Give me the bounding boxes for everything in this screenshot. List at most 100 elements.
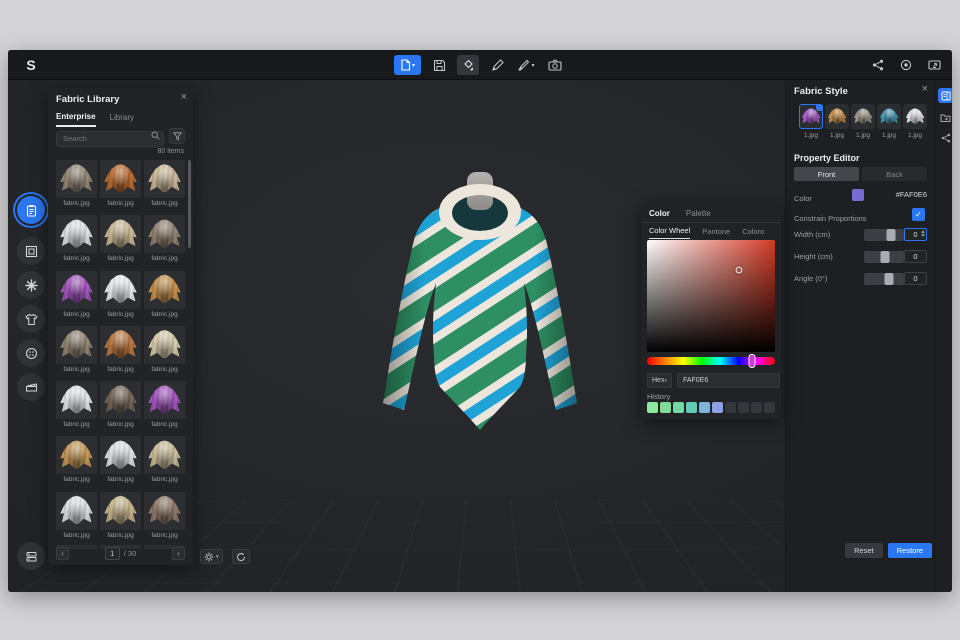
snapshot-button[interactable] [544, 55, 566, 75]
hue-slider-handle[interactable] [748, 354, 756, 368]
fabric-style-thumbnail[interactable]: 1.jpg [877, 104, 901, 139]
reset-view-button[interactable] [231, 549, 250, 564]
fabric-card[interactable]: fabric.jpg [56, 325, 97, 375]
fabric-style-thumbnail[interactable]: 1.jpg [851, 104, 875, 139]
record-button[interactable] [898, 55, 914, 75]
rail-pattern-button[interactable] [17, 237, 45, 265]
scrollbar[interactable] [188, 160, 191, 248]
fabric-card[interactable]: fabric.jpg [56, 215, 97, 264]
subtab-color-wheel[interactable]: Color Wheel [649, 225, 691, 239]
tab-enterprise[interactable]: Enterprise [56, 110, 96, 127]
history-swatch[interactable] [738, 402, 749, 413]
share-button[interactable] [870, 55, 886, 75]
tab-library[interactable]: Library [110, 110, 134, 127]
fabric-card[interactable]: fabric.jpg [100, 160, 141, 209]
fabric-style-thumbnail[interactable]: 1.jpg [825, 104, 849, 139]
property-slider-track[interactable] [864, 229, 904, 241]
history-swatch[interactable] [686, 402, 697, 413]
fabric-card[interactable]: fabric.jpg [144, 215, 185, 264]
constrain-proportions-checkbox[interactable]: ✓ [912, 208, 925, 221]
fabric-card[interactable]: fabric.jpg [100, 325, 141, 375]
viewport-settings-button[interactable]: ▾ [200, 549, 223, 564]
filter-button[interactable] [169, 128, 185, 144]
front-button[interactable]: Front [794, 167, 859, 181]
search-input[interactable] [56, 130, 164, 147]
color-format-select[interactable]: Hex ▾ [647, 373, 672, 388]
fabric-card[interactable]: fabric.jpg [56, 270, 97, 320]
history-swatch[interactable] [673, 402, 684, 413]
fabric-card[interactable]: fabric.jpg [144, 381, 185, 430]
color-swatch[interactable] [852, 189, 864, 201]
hue-slider[interactable] [647, 354, 775, 368]
hex-value-input[interactable] [676, 373, 780, 388]
save-button[interactable] [428, 55, 450, 75]
history-swatch[interactable] [712, 402, 723, 413]
current-page-input[interactable]: 1 [104, 547, 120, 560]
rail-material-button[interactable] [17, 271, 45, 299]
rail-stitch-button[interactable] [17, 373, 45, 401]
prev-page-button[interactable]: ‹ [56, 547, 69, 560]
history-swatch[interactable] [751, 402, 762, 413]
fabric-card[interactable]: fabric.jpg [144, 491, 185, 541]
restore-button[interactable]: Restore [887, 543, 932, 558]
dye-tool-button[interactable] [457, 55, 479, 75]
document-menu-button[interactable]: ▾ [394, 55, 421, 75]
pen-tool-button[interactable] [486, 55, 508, 75]
fabric-card[interactable]: fabric.jpg [56, 491, 97, 541]
reset-button[interactable]: Reset [845, 543, 883, 558]
saturation-value-square[interactable] [647, 240, 775, 352]
fabric-card[interactable]: fabric.jpg [56, 160, 97, 209]
rail-garment-button[interactable] [17, 305, 45, 333]
property-value-input[interactable]: 0 [904, 272, 927, 285]
property-value-input[interactable]: 0 [904, 250, 927, 263]
fabric-card[interactable]: fabric.jpg [56, 381, 97, 430]
garment-3d-model[interactable] [370, 166, 590, 458]
rail-render-queue-button[interactable] [17, 542, 45, 570]
fabric-filename: fabric.jpg [151, 421, 178, 429]
property-slider-handle[interactable] [886, 229, 896, 241]
history-swatch[interactable] [647, 402, 658, 413]
back-button[interactable]: Back [862, 167, 927, 181]
next-page-button[interactable]: › [172, 547, 185, 560]
subtab-coloro[interactable]: Coloro [742, 225, 764, 239]
fabric-card[interactable]: fabric.jpg [144, 160, 185, 209]
rail-button-trim-button[interactable] [17, 339, 45, 367]
fabric-style-thumbnail[interactable]: 1.jpg [799, 104, 823, 139]
fabric-card[interactable]: fabric.jpg [144, 325, 185, 375]
fabric-card[interactable]: fabric.jpg [100, 270, 141, 320]
property-value-input[interactable]: 0 [904, 228, 927, 241]
fabric-card[interactable]: fabric.jpg [100, 436, 141, 485]
tab-palette[interactable]: Palette [686, 207, 711, 222]
properties-dock-button[interactable] [938, 88, 952, 103]
history-swatch[interactable] [725, 402, 736, 413]
rail-fabric-library-button[interactable] [17, 196, 45, 224]
fabric-style-thumbnail[interactable]: 1.jpg [903, 104, 927, 139]
fabric-card[interactable]: fabric.jpg [100, 491, 141, 541]
fabric-card[interactable]: fabric.jpg [144, 436, 185, 485]
property-slider-handle[interactable] [880, 251, 890, 263]
export-dock-button[interactable] [938, 110, 952, 125]
color-picker-cursor[interactable] [735, 266, 743, 274]
viewport[interactable]: Fabric Library × Enterprise Library 80 i… [8, 80, 952, 592]
history-swatch[interactable] [699, 402, 710, 413]
property-slider-row: Width (cm) 0 [794, 228, 927, 242]
close-icon[interactable]: × [922, 83, 928, 95]
fabric-card[interactable]: fabric.jpg [56, 436, 97, 485]
stepper-arrows[interactable] [921, 230, 925, 237]
subtab-pantone[interactable]: Pantone [702, 225, 730, 239]
fabric-card[interactable]: fabric.jpg [144, 270, 185, 320]
close-icon[interactable]: × [181, 91, 187, 103]
share-dock-button[interactable] [938, 130, 952, 145]
history-swatch[interactable] [764, 402, 775, 413]
tab-color[interactable]: Color [649, 207, 670, 222]
history-swatch[interactable] [660, 402, 671, 413]
property-slider-track[interactable] [864, 273, 904, 285]
fabric-filename: fabric.jpg [151, 531, 178, 539]
brush-tool-button[interactable]: ▾ [515, 55, 537, 75]
fabric-card[interactable]: fabric.jpg [100, 215, 141, 264]
display-mode-button[interactable] [926, 55, 942, 75]
fabric-thumbnail [56, 160, 97, 198]
property-slider-handle[interactable] [884, 273, 894, 285]
property-slider-track[interactable] [864, 251, 904, 263]
fabric-card[interactable]: fabric.jpg [100, 381, 141, 430]
